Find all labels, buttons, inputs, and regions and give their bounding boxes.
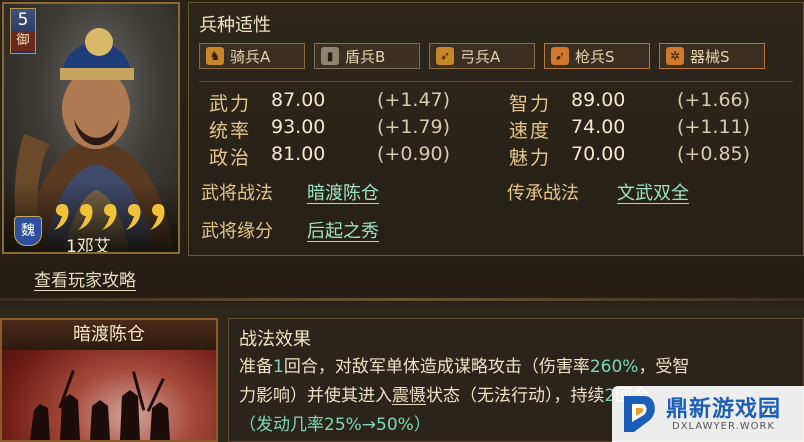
general-tactic-link[interactable]: 暗渡陈仓 xyxy=(307,179,379,205)
stat-name: 统率 xyxy=(209,120,252,142)
site-watermark: 鼎新游戏园 DXLAWYER.WORK xyxy=(612,386,804,442)
stat-name: 智力 xyxy=(509,93,552,115)
damage-rate: 260% xyxy=(589,357,639,377)
adapt-archer[interactable]: ➶ 弓兵A xyxy=(429,43,535,69)
adapt-label: 弓兵A xyxy=(460,47,501,66)
status-keyword-link[interactable]: 震慑 xyxy=(392,386,426,406)
trigger-chance: （发动几率25%→50%） xyxy=(239,415,431,435)
effect-text-part: 回合，对敌军单体造成谋略攻击（伤害率 xyxy=(283,357,590,377)
faction-badge: 魏 xyxy=(14,216,42,246)
stat-bonus: (+1.47) xyxy=(377,89,451,111)
general-portrait[interactable]: 5 御 魏 1邓艾 xyxy=(2,2,180,254)
soldiers-silhouette-icon xyxy=(30,370,170,440)
stat-name: 武力 xyxy=(209,93,252,115)
stat-force: 武力 87.00 (+1.47) xyxy=(209,89,450,116)
stat-value: 81.00 xyxy=(271,143,326,165)
stat-name: 政治 xyxy=(209,147,252,169)
adaptability-title: 兵种适性 xyxy=(199,15,271,36)
general-tactic-label: 武将战法 xyxy=(201,183,273,204)
watermark-logo-icon xyxy=(624,396,655,432)
stat-name: 魅力 xyxy=(509,147,552,169)
adapt-siege[interactable]: ✲ 器械S xyxy=(659,43,765,69)
star-rating-icon xyxy=(54,204,165,230)
inherit-tactic-link[interactable]: 文武双全 xyxy=(617,179,689,205)
stat-value: 87.00 xyxy=(271,89,326,111)
adapt-spear[interactable]: ➹ 枪兵S xyxy=(544,43,650,69)
stat-charm: 魅力 70.00 (+0.85) xyxy=(509,143,750,170)
effect-text-part: 力影响）并使其进入 xyxy=(239,386,392,406)
adapt-label: 盾兵B xyxy=(345,47,386,66)
effect-text-part: 准备 xyxy=(239,357,273,377)
skill-card-title: 暗渡陈仓 xyxy=(2,320,216,350)
stat-value: 93.00 xyxy=(271,116,326,138)
cost-badge: 5 御 xyxy=(10,8,36,54)
effect-title: 战法效果 xyxy=(239,329,311,350)
inherit-tactic-label: 传承战法 xyxy=(507,183,579,204)
adapt-label: 枪兵S xyxy=(575,47,615,66)
siege-wheel-icon: ✲ xyxy=(666,47,684,65)
adapt-label: 骑兵A xyxy=(230,47,271,66)
section-separator xyxy=(0,298,804,301)
general-info-panel: 兵种适性 ♞ 骑兵A ▮ 盾兵B ➶ 弓兵A ➹ 枪兵S ✲ 器械S 武力 87… xyxy=(188,2,804,256)
stat-value: 74.00 xyxy=(571,116,626,138)
stat-value: 89.00 xyxy=(571,89,626,111)
watermark-name: 鼎新游戏园 xyxy=(666,397,782,422)
divider xyxy=(199,81,793,82)
stat-value: 70.00 xyxy=(571,143,626,165)
stat-name: 速度 xyxy=(509,120,552,142)
bond-label: 武将缘分 xyxy=(201,221,273,242)
stat-intelligence: 智力 89.00 (+1.66) xyxy=(509,89,750,116)
adaptability-row: ♞ 骑兵A ▮ 盾兵B ➶ 弓兵A ➹ 枪兵S ✲ 器械S xyxy=(199,43,765,69)
effect-text-part: ，受智 xyxy=(638,357,690,377)
stat-politics: 政治 81.00 (+0.90) xyxy=(209,143,450,170)
bow-icon: ➶ xyxy=(436,47,454,65)
troop-role-tag: 御 xyxy=(11,31,35,51)
stat-bonus: (+0.85) xyxy=(677,143,751,165)
horse-icon: ♞ xyxy=(206,47,224,65)
shield-icon: ▮ xyxy=(321,47,339,65)
adapt-label: 器械S xyxy=(690,47,730,66)
stat-command: 统率 93.00 (+1.79) xyxy=(209,116,450,143)
adapt-cavalry[interactable]: ♞ 骑兵A xyxy=(199,43,305,69)
bond-link[interactable]: 后起之秀 xyxy=(307,217,379,243)
stat-bonus: (+1.66) xyxy=(677,89,751,111)
prep-rounds: 1 xyxy=(273,357,284,377)
player-guide-link[interactable]: 查看玩家攻略 xyxy=(34,266,136,291)
skill-card[interactable]: 暗渡陈仓 xyxy=(0,318,218,442)
cost-value: 5 xyxy=(17,10,29,30)
effect-text-part: 状态（无法行动），持续 xyxy=(426,386,605,406)
stat-speed: 速度 74.00 (+1.11) xyxy=(509,116,750,143)
spear-icon: ➹ xyxy=(551,47,569,65)
watermark-url: DXLAWYER.WORK xyxy=(672,421,775,432)
general-name: 1邓艾 xyxy=(66,237,111,254)
stat-bonus: (+1.11) xyxy=(677,116,751,138)
stat-bonus: (+1.79) xyxy=(377,116,451,138)
general-detail-panel: 5 御 魏 1邓艾 查看玩家攻略 兵种适性 ♞ 骑兵A ▮ 盾兵B ➶ 弓兵A … xyxy=(0,0,804,302)
stat-bonus: (+0.90) xyxy=(377,143,451,165)
adapt-shield[interactable]: ▮ 盾兵B xyxy=(314,43,420,69)
